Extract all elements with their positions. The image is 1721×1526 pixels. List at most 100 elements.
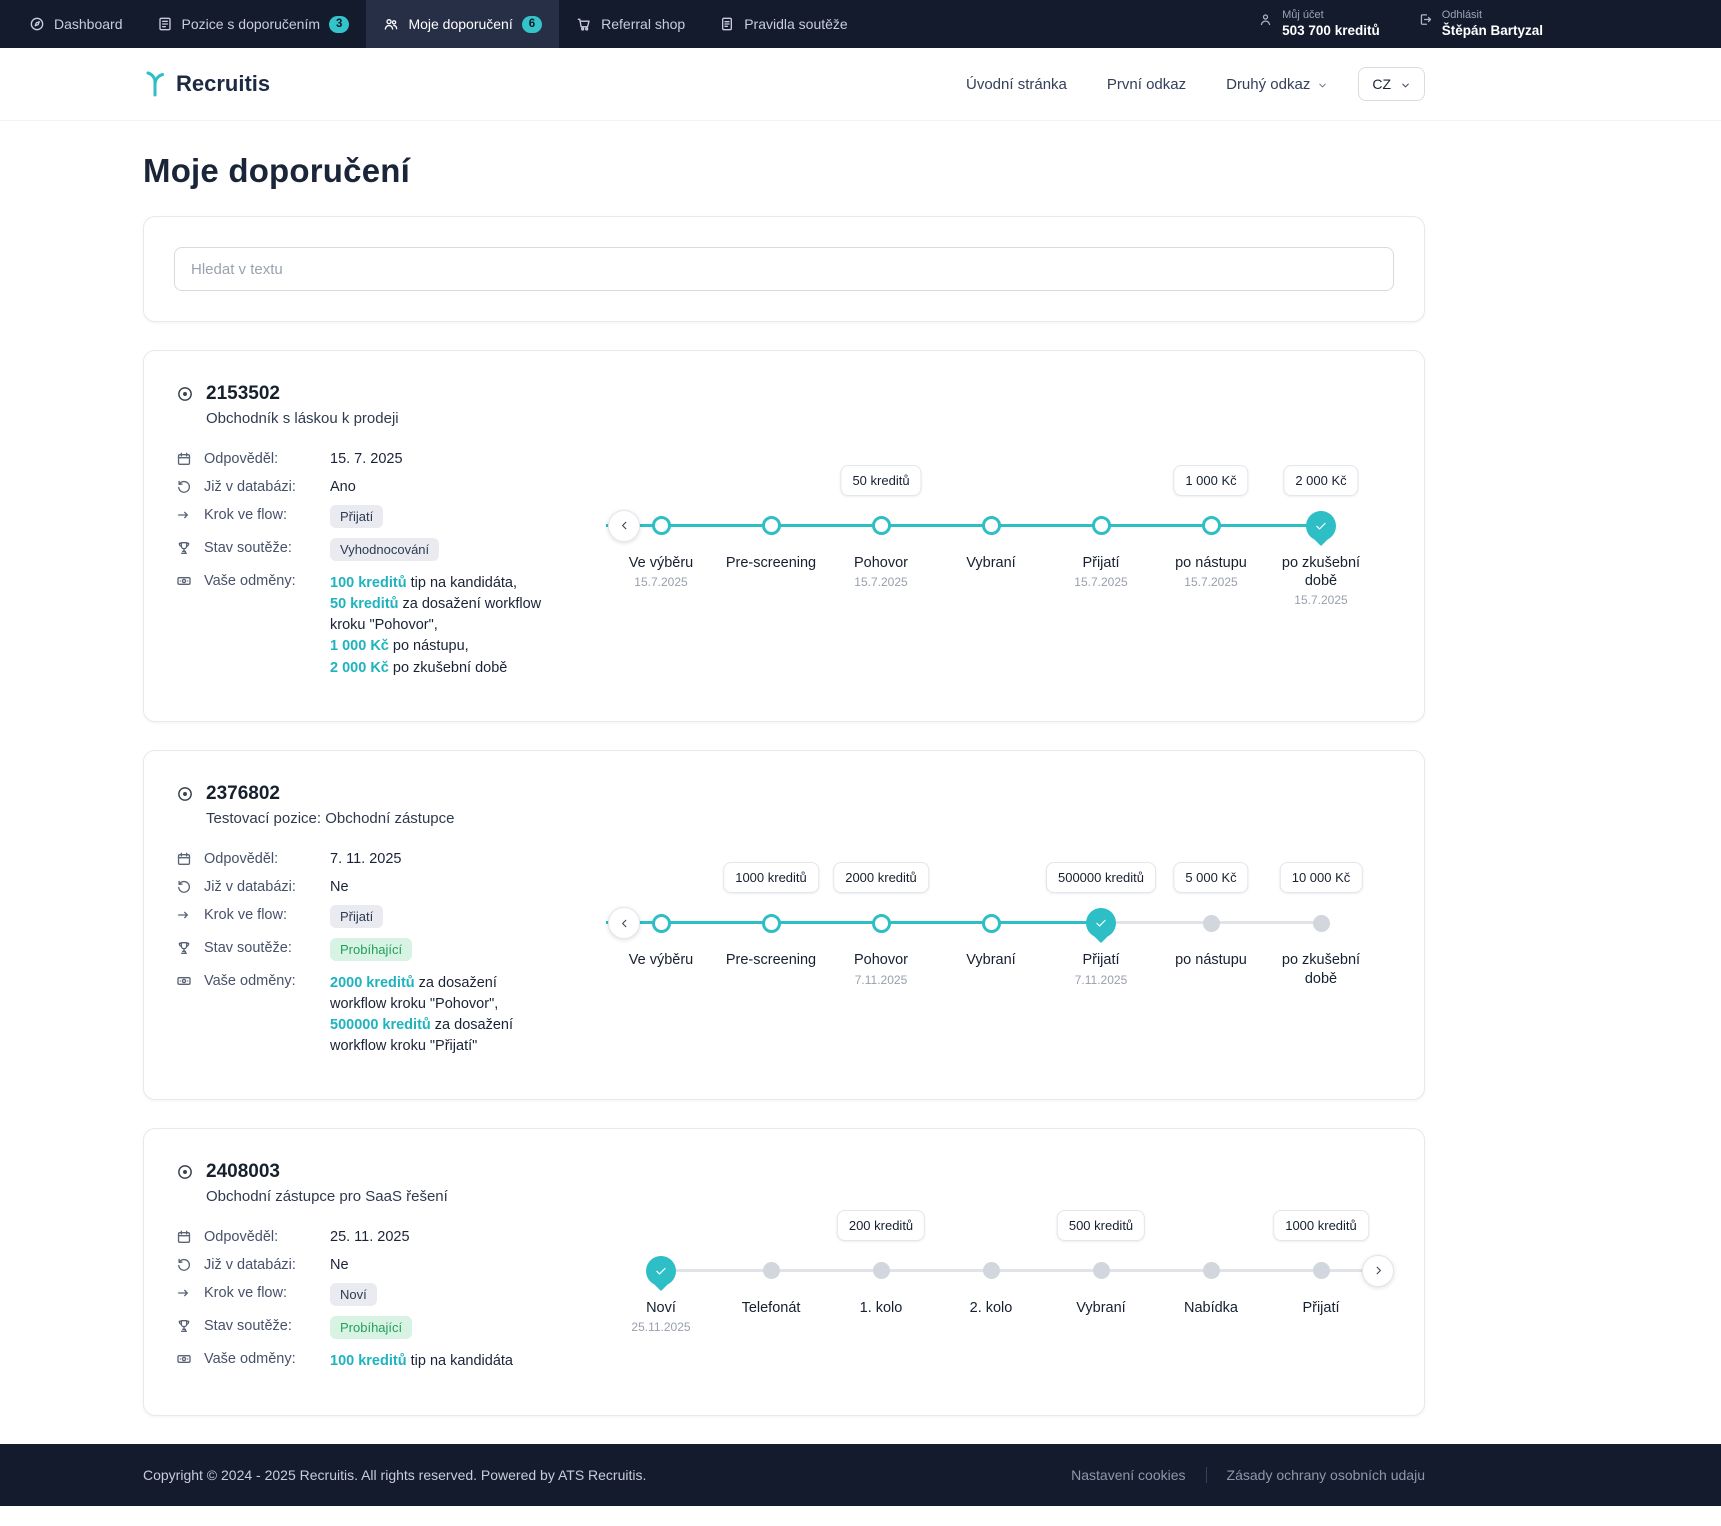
reward-amount: 100 kreditů	[330, 1353, 407, 1369]
nav-link-second-link[interactable]: Druhý odkaz	[1226, 76, 1328, 93]
timeline-stage: 2000 kreditůPohovor7.11.2025	[826, 862, 936, 987]
check-icon	[654, 1264, 668, 1278]
referral-info: 2376802Testovací pozice: Obchodní zástup…	[176, 783, 606, 1068]
dashboard-icon	[29, 16, 45, 32]
reward-line: 2000 kreditů za dosažení workflow kroku …	[330, 973, 544, 1015]
field-row: Již v databázi:Ne	[176, 1255, 606, 1273]
language-selector[interactable]: CZ	[1358, 67, 1425, 101]
chevron-left-icon	[618, 519, 631, 532]
stage-date: 15.7.2025	[1294, 593, 1347, 607]
topbar: DashboardPozice s doporučením3Moje dopor…	[0, 0, 1721, 48]
footer: Copyright © 2024 - 2025 Recruitis. All r…	[0, 1444, 1721, 1506]
field-label: Již v databázi:	[204, 877, 330, 895]
account-credits[interactable]: Můj účet503 700 kreditů	[1258, 8, 1380, 40]
timeline-stage: 1000 kreditůPre-screening	[716, 862, 826, 987]
timeline-stage: Vybraní	[936, 465, 1046, 607]
logout-button-value: Štěpán Bartyzal	[1442, 22, 1543, 40]
timeline-node-wrap	[983, 1256, 1000, 1286]
timeline-node-wrap	[652, 908, 671, 938]
reward-line: 2 000 Kč po zkušební době	[330, 658, 544, 679]
rewards-text: 100 kreditů tip na kandidáta,50 kreditů …	[330, 571, 544, 679]
search-input[interactable]	[174, 247, 1394, 291]
timeline-area: Noví25.11.2025Telefonát200 kreditů1. kol…	[606, 1161, 1392, 1382]
chevron-right-icon	[1372, 1264, 1385, 1277]
timeline-node-wrap	[1086, 908, 1116, 938]
logout-button[interactable]: OdhlásitŠtěpán Bartyzal	[1418, 8, 1543, 40]
calendar-icon	[176, 1229, 192, 1245]
timeline-node-wrap	[652, 511, 671, 541]
site-header: Recruitis Úvodní stránka První odkaz Druhý…	[0, 48, 1721, 120]
brand-logo[interactable]: Recruitis	[143, 70, 270, 98]
field-row: Vaše odměny:100 kreditů tip na kandidáta…	[176, 571, 606, 679]
banknote-icon	[176, 973, 192, 989]
calendar-icon	[176, 851, 192, 867]
field-label: Krok ve flow:	[204, 505, 330, 523]
secondary-nav: Úvodní stránka První odkaz Druhý odkaz	[966, 76, 1328, 93]
timeline-node-done	[762, 914, 781, 933]
field-label: Stav soutěže:	[204, 1316, 330, 1334]
nav-link-first-link[interactable]: První odkaz	[1107, 76, 1186, 93]
stage-date: 15.7.2025	[1074, 575, 1127, 589]
topbar-item-my-referrals[interactable]: Moje doporučení6	[366, 0, 559, 48]
main-content: Moje doporučení 2153502Obchodník s lásko…	[143, 120, 1425, 1416]
reward-amount: 50 kreditů	[330, 596, 399, 612]
reward-chip: 5 000 Kč	[1173, 862, 1248, 893]
nav-link-label: Druhý odkaz	[1226, 76, 1310, 93]
timeline-node-wrap	[762, 908, 781, 938]
timeline-stage: 200 kreditů1. kolo	[826, 1210, 936, 1334]
recruitis-logo-icon	[143, 70, 167, 98]
footer-links: Nastavení cookiesZásady ochrany osobních…	[1051, 1467, 1425, 1483]
topbar-item-positions[interactable]: Pozice s doporučením3	[140, 0, 367, 48]
field-row: Stav soutěže:Vyhodnocování	[176, 538, 606, 561]
field-value: 25. 11. 2025	[330, 1227, 410, 1245]
timeline-node-wrap	[1313, 1256, 1330, 1286]
reward-line: 100 kreditů tip na kandidáta,	[330, 573, 544, 594]
footer-link-privacy[interactable]: Zásady ochrany osobních udaju	[1206, 1467, 1425, 1483]
timeline-prev-button[interactable]	[608, 510, 640, 542]
timeline-stage: 10 000 Kčpo zkušební době	[1266, 862, 1376, 987]
field-row: Stav soutěže:Probíhající	[176, 938, 606, 961]
account-credits-text: Můj účet503 700 kreditů	[1282, 8, 1380, 40]
rewards-text: 100 kreditů tip na kandidáta	[330, 1349, 544, 1372]
field-row: Krok ve flow:Noví	[176, 1283, 606, 1306]
topbar-item-contest-rules[interactable]: Pravidla soutěže	[702, 0, 865, 48]
referral-card: 2153502Obchodník s láskou k prodejiOdpov…	[143, 350, 1425, 722]
reward-chip: 1000 kreditů	[723, 862, 819, 893]
stage-label: po nástupu	[1175, 951, 1247, 969]
nav-link-home[interactable]: Úvodní stránka	[966, 76, 1067, 93]
timeline: Noví25.11.2025Telefonát200 kreditů1. kol…	[606, 1210, 1376, 1334]
stage-label: Pohovor	[854, 554, 908, 572]
footer-link-cookies[interactable]: Nastavení cookies	[1051, 1467, 1205, 1483]
reward-amount: 100 kreditů	[330, 575, 407, 591]
topbar-item-referral-shop[interactable]: Referral shop	[559, 0, 702, 48]
reward-description: po nástupu,	[389, 638, 469, 654]
referral-cards-list: 2153502Obchodník s láskou k prodejiOdpov…	[143, 350, 1425, 1416]
topbar-item-dashboard[interactable]: Dashboard	[12, 0, 140, 48]
topbar-item-label: Referral shop	[601, 16, 685, 32]
field-row: Vaše odměny:100 kreditů tip na kandidáta	[176, 1349, 606, 1372]
timeline-node-future	[1203, 915, 1220, 932]
timeline-node-wrap	[872, 908, 891, 938]
topbar-item-label: Pravidla soutěže	[744, 16, 848, 32]
timeline-node-done	[652, 516, 671, 535]
timeline-stage: Noví25.11.2025	[606, 1210, 716, 1334]
field-row: Již v databázi:Ano	[176, 477, 606, 495]
field-label: Vaše odměny:	[204, 971, 330, 989]
topbar-item-label: Moje doporučení	[408, 16, 512, 32]
chevron-left-icon	[618, 917, 631, 930]
flow-icon	[176, 507, 192, 523]
reward-amount: 2000 kreditů	[330, 975, 415, 991]
stage-date: 25.11.2025	[631, 1320, 690, 1334]
reward-chip: 500000 kreditů	[1046, 862, 1156, 893]
field-row: Stav soutěže:Probíhající	[176, 1316, 606, 1339]
target-icon	[176, 1163, 194, 1181]
field-row: Odpověděl:25. 11. 2025	[176, 1227, 606, 1245]
timeline-node-wrap	[763, 1256, 780, 1286]
stage-label: po zkušební době	[1266, 554, 1376, 590]
stage-label: Pre-screening	[726, 554, 816, 572]
field-label: Krok ve flow:	[204, 905, 330, 923]
logout-icon	[1418, 12, 1433, 27]
history-icon	[176, 479, 192, 495]
timeline-next-button[interactable]	[1362, 1255, 1394, 1287]
timeline-stages: Ve výběru1000 kreditůPre-screening2000 k…	[606, 862, 1376, 987]
